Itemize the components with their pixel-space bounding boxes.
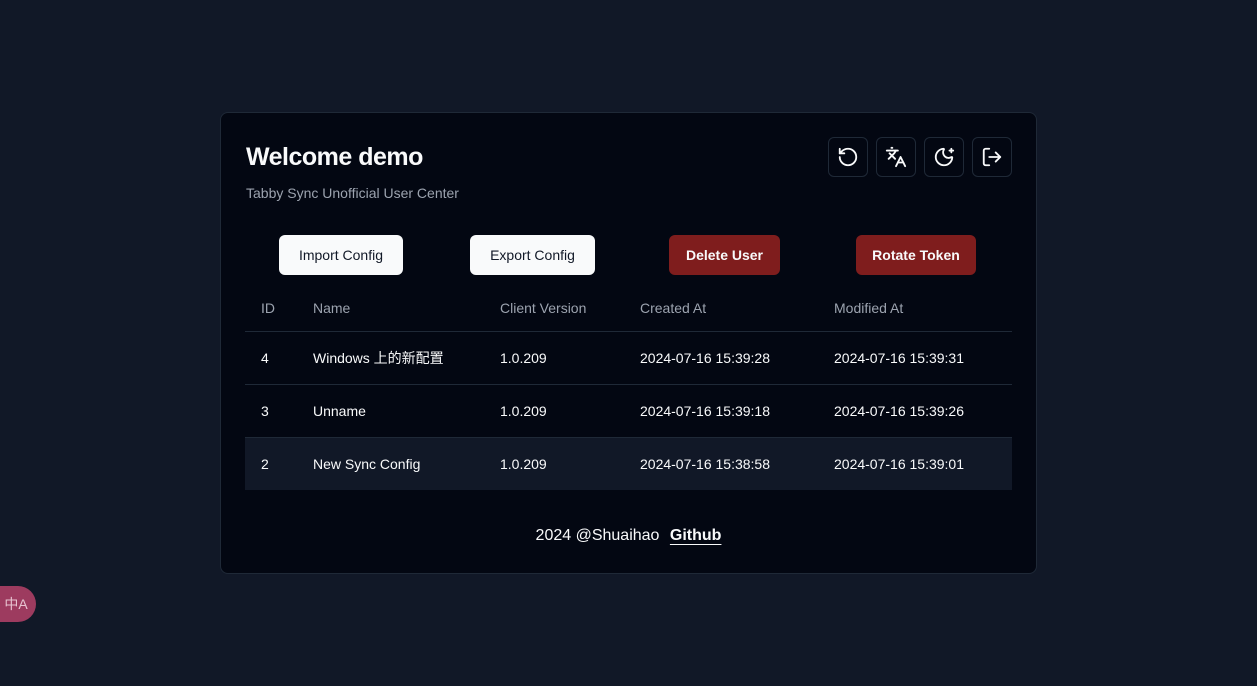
cell-created-at: 2024-07-16 15:39:18 bbox=[624, 384, 818, 438]
table-row[interactable]: 4 Windows 上的新配置 1.0.209 2024-07-16 15:39… bbox=[245, 331, 1012, 385]
theme-moon-icon bbox=[934, 147, 955, 167]
column-header: Client Version bbox=[484, 285, 624, 332]
theme-toggle-button[interactable] bbox=[924, 137, 964, 177]
import-config-button[interactable]: Import Config bbox=[279, 235, 403, 275]
column-header: ID bbox=[245, 285, 297, 332]
cell-client-version: 1.0.209 bbox=[484, 384, 624, 438]
translate-icon bbox=[885, 146, 907, 168]
table-row[interactable]: 3 Unname 1.0.209 2024-07-16 15:39:18 202… bbox=[245, 384, 1012, 438]
column-header: Modified At bbox=[818, 285, 1012, 332]
cell-client-version: 1.0.209 bbox=[484, 331, 624, 385]
footer-copyright: 2024 @Shuaihao bbox=[535, 527, 660, 544]
user-center-card: Welcome demo Tabby Sync Unofficial User … bbox=[220, 112, 1037, 574]
refresh-button[interactable] bbox=[828, 137, 868, 177]
cell-name: Windows 上的新配置 bbox=[297, 331, 484, 385]
page-subtitle: Tabby Sync Unofficial User Center bbox=[246, 185, 459, 201]
refresh-icon bbox=[838, 147, 858, 167]
cell-name: Unname bbox=[297, 384, 484, 438]
cell-id: 2 bbox=[245, 437, 297, 490]
translate-widget-label: 中A bbox=[4, 596, 28, 612]
logout-button[interactable] bbox=[972, 137, 1012, 177]
footer: 2024 @Shuaihao Github bbox=[221, 527, 1036, 545]
cell-id: 3 bbox=[245, 384, 297, 438]
cell-name: New Sync Config bbox=[297, 437, 484, 490]
export-config-button[interactable]: Export Config bbox=[470, 235, 595, 275]
cell-client-version: 1.0.209 bbox=[484, 437, 624, 490]
table-row[interactable]: 2 New Sync Config 1.0.209 2024-07-16 15:… bbox=[245, 437, 1012, 490]
rotate-token-button[interactable]: Rotate Token bbox=[856, 235, 976, 275]
cell-modified-at: 2024-07-16 15:39:31 bbox=[818, 331, 1012, 385]
column-header: Name bbox=[297, 285, 484, 332]
cell-modified-at: 2024-07-16 15:39:26 bbox=[818, 384, 1012, 438]
translate-widget-button[interactable]: 中A bbox=[0, 586, 36, 622]
cell-created-at: 2024-07-16 15:38:58 bbox=[624, 437, 818, 490]
table-header-row: ID Name Client Version Created At Modifi… bbox=[245, 285, 1012, 332]
column-header: Created At bbox=[624, 285, 818, 332]
delete-user-button[interactable]: Delete User bbox=[669, 235, 780, 275]
github-link[interactable]: Github bbox=[670, 527, 722, 544]
page-title: Welcome demo bbox=[246, 143, 423, 171]
config-table: ID Name Client Version Created At Modifi… bbox=[245, 285, 1012, 490]
logout-icon bbox=[982, 147, 1002, 167]
cell-modified-at: 2024-07-16 15:39:01 bbox=[818, 437, 1012, 490]
cell-created-at: 2024-07-16 15:39:28 bbox=[624, 331, 818, 385]
cell-id: 4 bbox=[245, 331, 297, 385]
language-button[interactable] bbox=[876, 137, 916, 177]
